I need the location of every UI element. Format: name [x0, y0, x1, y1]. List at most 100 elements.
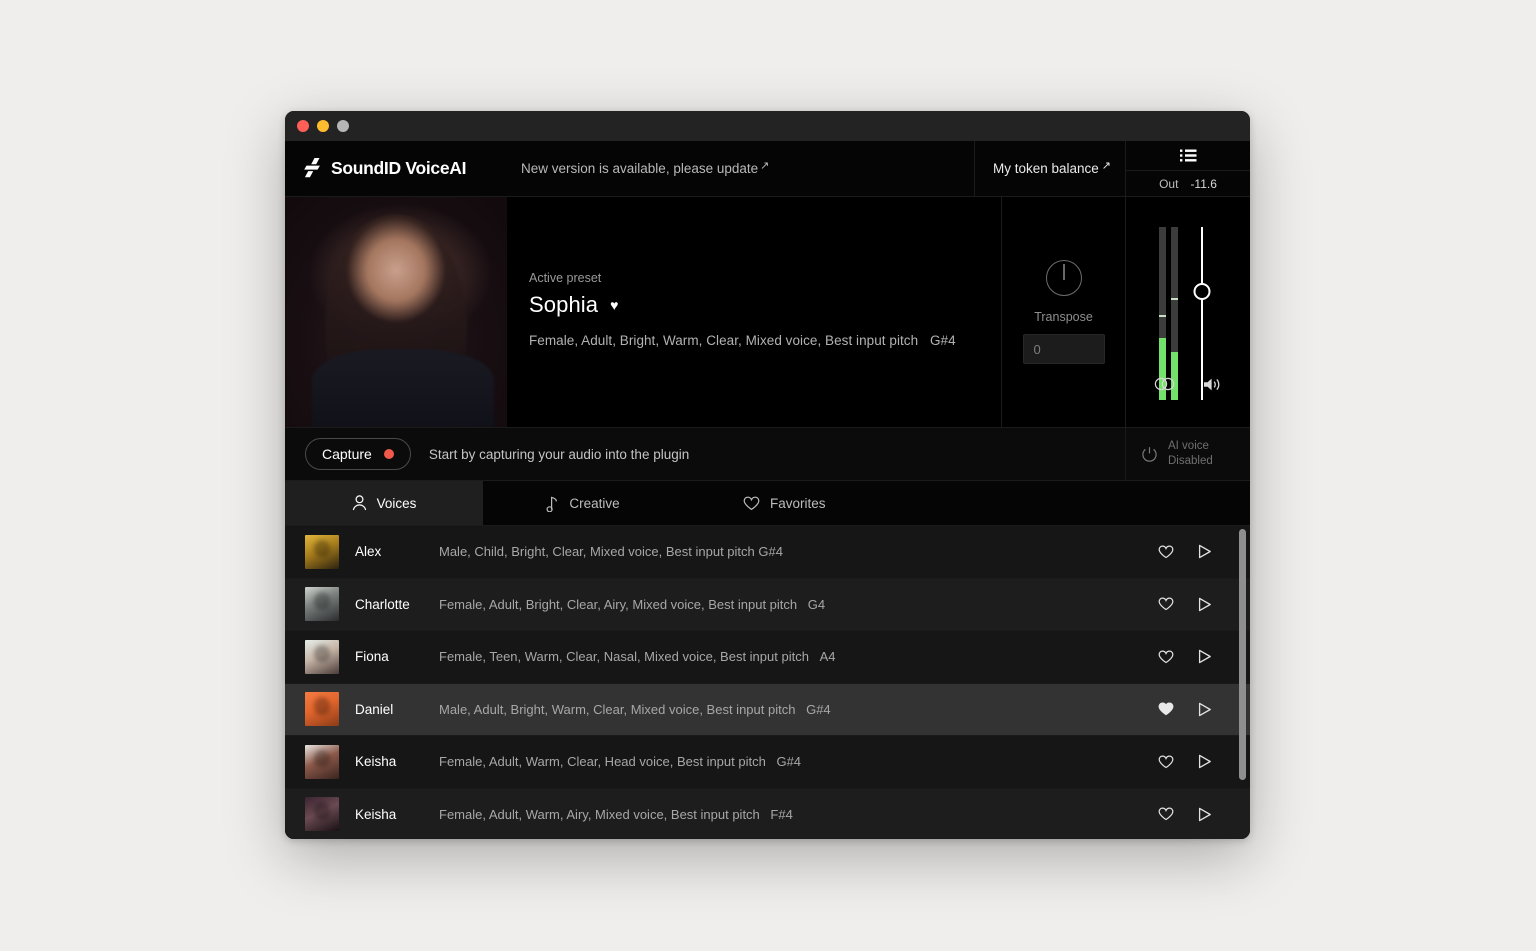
app-logo-text: SoundID VoiceAI	[331, 158, 466, 179]
preview-play-button[interactable]	[1196, 700, 1214, 719]
voice-list-scrollbar[interactable]	[1239, 526, 1246, 839]
ai-voice-toggle[interactable]: AI voice Disabled	[1126, 428, 1250, 480]
voice-description-row: Male, Child, Bright, Clear, Mixed voice,…	[439, 544, 1156, 559]
active-preset-panel: Active preset Sophia ♥ Female, Adult, Br…	[285, 197, 1250, 428]
tab-voices[interactable]: Voices	[285, 481, 483, 525]
app-header: SoundID VoiceAI New version is available…	[285, 141, 1250, 197]
heart-filled-icon	[1158, 702, 1174, 716]
meter-icon-row	[1126, 377, 1250, 392]
token-link-arrow-icon: ↗	[1102, 159, 1111, 172]
play-icon	[1198, 807, 1212, 822]
voice-description-row: Male, Adult, Bright, Warm, Clear, Mixed …	[439, 702, 1156, 717]
traffic-lights	[297, 120, 349, 132]
voice-description-row: Female, Adult, Warm, Clear, Head voice, …	[439, 754, 1156, 769]
favorite-button[interactable]	[1156, 700, 1176, 718]
voice-best-pitch: G4	[808, 597, 825, 612]
output-label: Out	[1159, 177, 1178, 191]
voice-row[interactable]: Alex Male, Child, Bright, Clear, Mixed v…	[285, 526, 1250, 579]
capture-left-group: Capture Start by capturing your audio in…	[285, 428, 1126, 480]
scrollbar-thumb[interactable]	[1239, 529, 1246, 779]
preset-info: Active preset Sophia ♥ Female, Adult, Br…	[285, 197, 1002, 427]
preset-description-row: Female, Adult, Bright, Warm, Clear, Mixe…	[529, 333, 1001, 348]
list-view-button[interactable]	[1126, 141, 1250, 171]
voice-name: Daniel	[355, 702, 423, 717]
capture-hint-text: Start by capturing your audio into the p…	[429, 447, 689, 462]
preset-name-row: Sophia ♥	[529, 292, 1001, 318]
voice-best-pitch: A4	[820, 649, 836, 664]
output-fader-track[interactable]	[1201, 227, 1203, 400]
voice-row-actions	[1156, 700, 1250, 719]
voice-row[interactable]: Keisha Female, Adult, Warm, Clear, Head …	[285, 736, 1250, 789]
preview-play-button[interactable]	[1196, 752, 1214, 771]
voice-row[interactable]: Charlotte Female, Adult, Bright, Clear, …	[285, 579, 1250, 632]
preset-best-pitch: G#4	[930, 333, 956, 348]
voice-avatar	[305, 535, 339, 569]
header-meter-column: Out -11.6	[1126, 141, 1250, 196]
meters-stage	[1126, 213, 1250, 400]
stereo-link-icon[interactable]	[1154, 377, 1176, 391]
favorite-button[interactable]	[1156, 805, 1176, 823]
voice-row-actions	[1156, 647, 1250, 666]
preview-play-button[interactable]	[1196, 805, 1214, 824]
preview-play-button[interactable]	[1196, 595, 1214, 614]
ai-voice-title: AI voice	[1168, 439, 1213, 454]
voice-description: Male, Child, Bright, Clear, Mixed voice,…	[439, 544, 783, 559]
voice-row[interactable]: Keisha Female, Adult, Warm, Airy, Mixed …	[285, 789, 1250, 840]
transpose-value-field[interactable]: 0	[1023, 334, 1105, 364]
plugin-window: SoundID VoiceAI New version is available…	[285, 111, 1250, 839]
list-icon	[1180, 149, 1197, 162]
favorite-button[interactable]	[1156, 595, 1176, 613]
minimize-button[interactable]	[317, 120, 329, 132]
close-button[interactable]	[297, 120, 309, 132]
preset-favorite-icon[interactable]: ♥	[610, 298, 618, 312]
voice-description: Female, Adult, Warm, Clear, Head voice, …	[439, 754, 766, 769]
voice-description: Female, Adult, Bright, Clear, Airy, Mixe…	[439, 597, 797, 612]
voice-row-actions	[1156, 542, 1250, 561]
voice-best-pitch: G#4	[806, 702, 831, 717]
update-notice[interactable]: New version is available, please update …	[521, 161, 769, 176]
heart-icon	[743, 496, 760, 511]
header-left-group: SoundID VoiceAI New version is available…	[285, 141, 975, 196]
preview-play-button[interactable]	[1196, 647, 1214, 666]
token-balance-label: My token balance	[993, 161, 1099, 176]
speaker-icon[interactable]	[1203, 377, 1222, 392]
favorite-button[interactable]	[1156, 543, 1176, 561]
voice-avatar	[305, 692, 339, 726]
voice-name: Alex	[355, 544, 423, 559]
app-logo: SoundID VoiceAI	[303, 158, 493, 179]
voice-description-row: Female, Adult, Bright, Clear, Airy, Mixe…	[439, 597, 1156, 612]
transpose-knob[interactable]	[1046, 260, 1082, 296]
voice-description-row: Female, Adult, Warm, Airy, Mixed voice, …	[439, 807, 1156, 822]
voice-row[interactable]: Fiona Female, Teen, Warm, Clear, Nasal, …	[285, 631, 1250, 684]
capture-button[interactable]: Capture	[305, 438, 411, 470]
vu-right-level	[1171, 352, 1178, 400]
play-icon	[1198, 597, 1212, 612]
vu-meter-right	[1171, 227, 1178, 400]
voice-row[interactable]: Daniel Male, Adult, Bright, Warm, Clear,…	[285, 684, 1250, 737]
music-note-icon	[546, 495, 559, 512]
preset-description: Female, Adult, Bright, Warm, Clear, Mixe…	[529, 333, 918, 348]
record-dot-icon	[384, 449, 394, 459]
external-link-arrow-icon: ↗	[760, 159, 769, 172]
favorite-button[interactable]	[1156, 648, 1176, 666]
voice-list[interactable]: Alex Male, Child, Bright, Clear, Mixed v…	[285, 526, 1250, 839]
person-icon	[352, 495, 367, 511]
token-balance-link[interactable]: My token balance ↗	[993, 161, 1111, 176]
vu-right-peak	[1171, 298, 1178, 300]
tab-favorites[interactable]: Favorites	[683, 481, 1250, 525]
maximize-button[interactable]	[337, 120, 349, 132]
output-readout: Out -11.6	[1126, 171, 1250, 196]
output-fader-handle[interactable]	[1194, 283, 1211, 300]
output-value: -11.6	[1190, 177, 1216, 191]
tab-creative[interactable]: Creative	[483, 481, 683, 525]
voice-description: Female, Adult, Warm, Airy, Mixed voice, …	[439, 807, 760, 822]
preset-name: Sophia	[529, 292, 598, 318]
play-icon	[1198, 754, 1212, 769]
favorite-button[interactable]	[1156, 753, 1176, 771]
voice-row-actions	[1156, 752, 1250, 771]
tab-creative-label: Creative	[569, 496, 619, 511]
voice-name: Fiona	[355, 649, 423, 664]
preview-play-button[interactable]	[1196, 542, 1214, 561]
window-titlebar	[285, 111, 1250, 141]
heart-outline-icon	[1158, 807, 1174, 821]
